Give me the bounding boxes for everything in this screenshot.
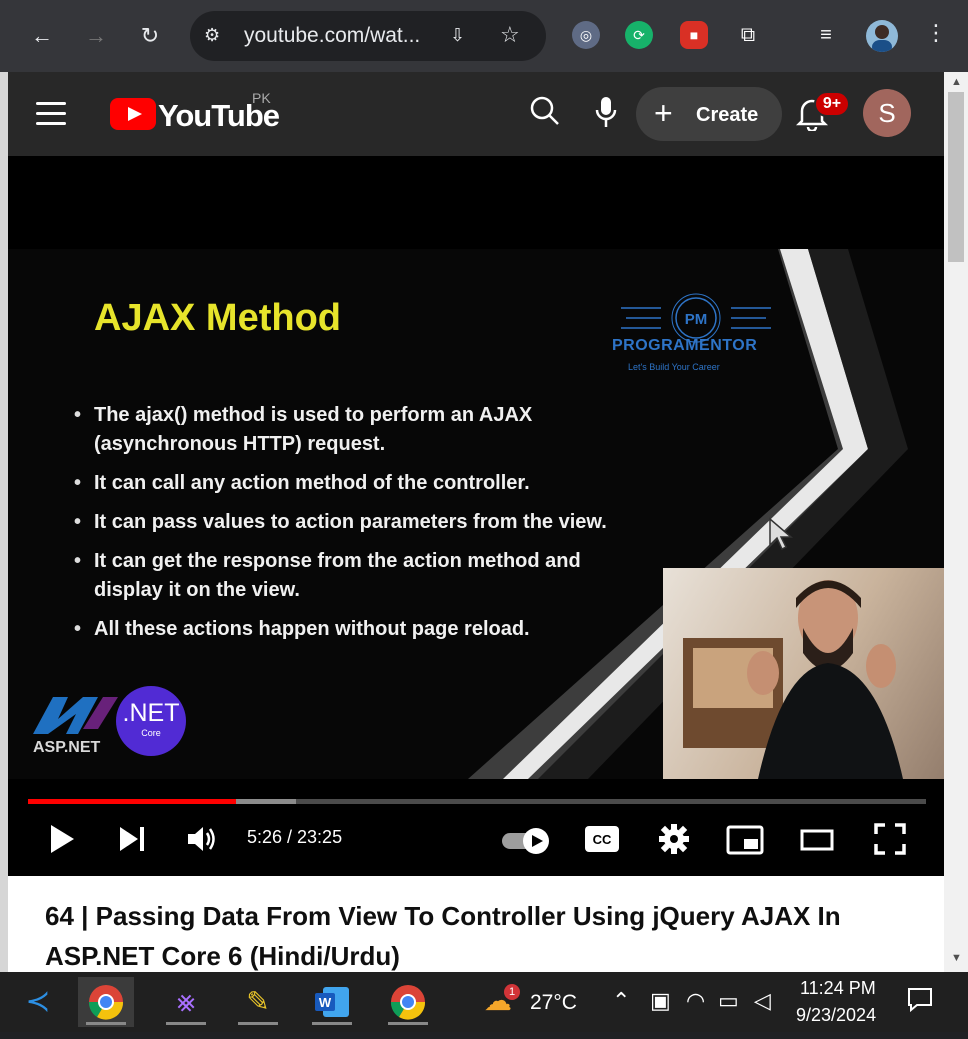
miniplayer-icon[interactable] (726, 825, 764, 862)
bookmark-star-icon[interactable]: ☆ (500, 22, 520, 48)
brand-name: PROGRAMENTOR (612, 337, 758, 354)
volume-tray-icon[interactable]: ◁ (754, 988, 771, 1014)
weather-badge: 1 (504, 984, 520, 1000)
url-text: youtube.com/wat... (244, 24, 421, 47)
desktop-background-strip (0, 72, 8, 972)
back-icon[interactable]: ← (26, 20, 58, 52)
shield-extension-icon[interactable]: ◎ (572, 21, 600, 49)
word-taskbar-icon[interactable]: W (304, 977, 360, 1027)
voice-search-icon[interactable] (595, 96, 617, 135)
chrome-profile-taskbar-icon[interactable] (380, 977, 436, 1027)
scroll-up-arrow-icon[interactable]: ▲ (951, 76, 962, 88)
reload-icon[interactable]: ↻ (134, 20, 166, 52)
clock-date[interactable]: 9/23/2024 (796, 1005, 876, 1026)
create-label: Create (696, 104, 759, 126)
weather-temperature[interactable]: 27°C (530, 991, 577, 1015)
media-queue-icon[interactable]: ≡ (812, 21, 840, 49)
extensions-puzzle-icon[interactable]: ⧉ (734, 21, 762, 49)
svg-text:CC: CC (593, 832, 612, 847)
fullscreen-icon[interactable] (874, 823, 906, 862)
wifi-icon[interactable]: ◠ (686, 988, 705, 1014)
video-title: 64 | Passing Data From View To Controlle… (45, 901, 841, 971)
volume-icon[interactable] (186, 823, 218, 862)
windows-taskbar: ≺ ⨳ ✎ W ☁ 1 27°C ⌃ ▣ ◠ ▭ ◁ 11:24 PM 9/23… (0, 972, 968, 1032)
slide-bullet: It can get the response from the action … (74, 547, 644, 605)
theater-mode-icon[interactable] (800, 827, 834, 859)
slide-bullet: All these actions happen without page re… (74, 615, 644, 644)
autoplay-toggle[interactable] (500, 825, 552, 864)
video-frame: AJAX Method The ajax() method is used to… (8, 249, 944, 779)
dotnet-label: .NET (122, 699, 180, 727)
country-code: PK (252, 90, 271, 106)
settings-gear-icon[interactable] (658, 823, 690, 862)
presenter-webcam-overlay (663, 568, 944, 779)
browser-menu-icon[interactable]: ⋮ (925, 20, 947, 46)
file-tool-taskbar-icon[interactable]: ✎ (230, 977, 286, 1027)
dotnet-core-logo: .NET Core (116, 686, 186, 756)
meet-now-icon[interactable]: ▣ (650, 988, 671, 1014)
played-progress (28, 799, 237, 804)
next-video-icon[interactable] (118, 825, 146, 860)
page-scrollbar[interactable]: ▲ ▼ (944, 72, 968, 972)
search-icon[interactable] (530, 96, 560, 133)
browser-toolbar: ← → ↻ ⚙ youtube.com/wat... ⇩ ☆ ◎ ⟳ ■ ⧉ ≡… (0, 0, 968, 72)
slide-bullet: It can pass values to action parameters … (74, 508, 644, 537)
player-controls: 5:26 / 23:25 CC (8, 811, 944, 871)
aspnet-label: ASP.NET (33, 739, 101, 756)
account-avatar[interactable]: S (863, 89, 911, 137)
programentor-logo-icon: PM (621, 293, 771, 343)
scrollbar-thumb[interactable] (948, 92, 964, 262)
address-bar[interactable]: ⚙ youtube.com/wat... ⇩ ☆ (190, 11, 546, 61)
slide-title: AJAX Method (94, 297, 341, 339)
notification-center-icon[interactable] (906, 986, 934, 1020)
play-icon[interactable] (48, 823, 76, 862)
youtube-page: YouTube PK + Create 9+ S AJAX Method The (8, 72, 944, 972)
clock-time[interactable]: 11:24 PM (800, 978, 876, 999)
sync-extension-icon[interactable]: ⟳ (625, 21, 653, 49)
menu-hamburger-icon[interactable] (36, 102, 66, 126)
visual-studio-taskbar-icon[interactable]: ⨳ (158, 977, 214, 1027)
scroll-down-arrow-icon[interactable]: ▼ (951, 952, 962, 964)
browser-profile-avatar[interactable] (866, 20, 898, 52)
slide-bullet: It can call any action method of the con… (74, 469, 644, 498)
brand-initials: PM (685, 311, 708, 328)
video-player[interactable]: AJAX Method The ajax() method is used to… (8, 156, 944, 876)
create-button[interactable]: + Create (636, 87, 782, 141)
video-title-section: 64 | Passing Data From View To Controlle… (8, 876, 944, 972)
mouse-cursor-icon (769, 517, 794, 551)
youtube-header: YouTube PK + Create 9+ S (8, 72, 944, 156)
brand-tagline: Let's Build Your Career (628, 362, 720, 372)
slide-bullet-list: The ajax() method is used to perform an … (74, 401, 644, 654)
video-progress-bar[interactable] (28, 799, 926, 804)
time-display: 5:26 / 23:25 (247, 827, 343, 847)
install-app-icon[interactable]: ⇩ (450, 25, 465, 46)
vscode-taskbar-icon[interactable]: ≺ (10, 977, 66, 1027)
dotnet-sub-label: Core (141, 728, 161, 738)
chrome-taskbar-icon[interactable] (78, 977, 134, 1027)
show-hidden-icons-chevron-icon[interactable]: ⌃ (612, 988, 630, 1014)
site-settings-icon[interactable]: ⚙ (204, 25, 220, 46)
svg-text:W: W (319, 995, 332, 1010)
subtitles-icon[interactable]: CC (584, 825, 620, 860)
youtube-logo-icon[interactable] (110, 98, 156, 130)
adblock-extension-icon[interactable]: ■ (680, 21, 708, 49)
notification-count-badge: 9+ (814, 91, 850, 117)
forward-icon[interactable]: → (80, 20, 112, 52)
plus-icon: + (654, 95, 673, 131)
battery-icon[interactable]: ▭ (718, 988, 739, 1014)
slide-bullet: The ajax() method is used to perform an … (74, 401, 644, 459)
